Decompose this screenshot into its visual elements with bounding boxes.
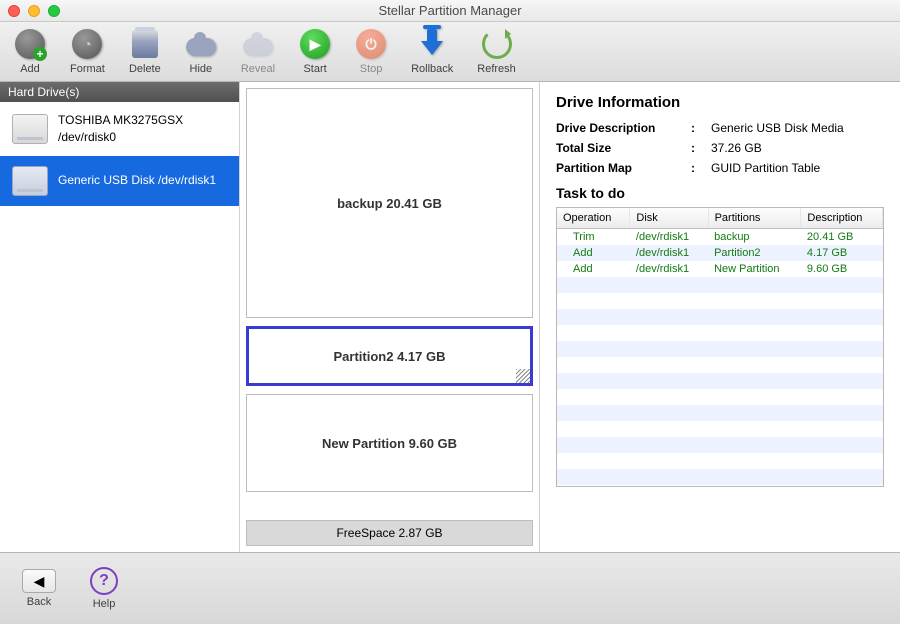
plus-icon: +: [33, 47, 47, 61]
col-partitions[interactable]: Partitions: [708, 208, 801, 229]
table-row-empty: [557, 485, 883, 487]
drive-label: Generic USB Disk /dev/rdisk1: [58, 172, 216, 189]
col-disk[interactable]: Disk: [630, 208, 708, 229]
drive-icon: [12, 114, 48, 144]
info-label: Partition Map: [556, 161, 691, 175]
table-row[interactable]: Add/dev/rdisk1Partition24.17 GB: [557, 245, 883, 261]
table-row-empty: [557, 357, 883, 373]
partition-view: backup 20.41 GB Partition2 4.17 GB New Par…: [240, 82, 540, 552]
partition-block-1[interactable]: Partition2 4.17 GB: [246, 326, 533, 386]
rollback-button[interactable]: Rollback: [411, 28, 453, 75]
info-row: Total Size:37.26 GB: [556, 141, 884, 155]
drive-label: TOSHIBA MK3275GSX/dev/rdisk0: [58, 112, 183, 146]
play-icon: ▶: [310, 36, 321, 53]
table-row-empty: [557, 277, 883, 293]
resize-handle[interactable]: [516, 369, 530, 383]
table-row-empty: [557, 325, 883, 341]
help-button[interactable]: ? Help: [90, 567, 118, 610]
table-row-empty: [557, 293, 883, 309]
cloud-reveal-icon: [243, 38, 273, 56]
table-row-empty: [557, 341, 883, 357]
start-button[interactable]: ▶ Start: [299, 28, 331, 75]
table-row-empty: [557, 453, 883, 469]
table-row-empty: [557, 309, 883, 325]
info-value: 37.26 GB: [711, 141, 884, 155]
table-row[interactable]: Add/dev/rdisk1New Partition9.60 GB: [557, 261, 883, 277]
back-button[interactable]: ◀ Back: [22, 569, 56, 608]
sidebar: Hard Drive(s) TOSHIBA MK3275GSX/dev/rdis…: [0, 82, 240, 552]
rollback-icon: [421, 41, 443, 55]
table-row-empty: [557, 437, 883, 453]
cloud-icon: [186, 38, 216, 56]
refresh-icon: [482, 29, 512, 59]
table-row-empty: [557, 405, 883, 421]
bottombar: ◀ Back ? Help: [0, 552, 900, 624]
info-value: GUID Partition Table: [711, 161, 884, 175]
info-row: Partition Map:GUID Partition Table: [556, 161, 884, 175]
sidebar-item-drive-1[interactable]: Generic USB Disk /dev/rdisk1: [0, 156, 239, 206]
info-panel: Drive Information Drive Description:Gene…: [540, 82, 900, 552]
task-title: Task to do: [556, 185, 884, 201]
arrow-left-icon: ◀: [22, 569, 56, 593]
partition-block-0[interactable]: backup 20.41 GB: [246, 88, 533, 318]
table-row-empty: [557, 469, 883, 485]
drive-icon: [12, 166, 48, 196]
info-row: Drive Description:Generic USB Disk Media: [556, 121, 884, 135]
delete-button[interactable]: Delete: [129, 28, 161, 75]
add-button[interactable]: + Add: [14, 28, 46, 75]
info-label: Total Size: [556, 141, 691, 155]
titlebar: Stellar Partition Manager: [0, 0, 900, 22]
table-row-empty: [557, 389, 883, 405]
format-button[interactable]: ◔ Format: [70, 28, 105, 75]
reveal-button: Reveal: [241, 28, 275, 75]
format-icon: ◔: [83, 36, 91, 52]
sidebar-header: Hard Drive(s): [0, 82, 239, 102]
drive-info-title: Drive Information: [556, 94, 884, 111]
partition-block-2[interactable]: New Partition 9.60 GB: [246, 394, 533, 492]
trash-icon: [132, 30, 158, 58]
window-title: Stellar Partition Manager: [0, 3, 900, 18]
power-icon: ⏻: [366, 36, 377, 53]
sidebar-item-drive-0[interactable]: TOSHIBA MK3275GSX/dev/rdisk0: [0, 102, 239, 156]
table-row[interactable]: Trim/dev/rdisk1backup20.41 GB: [557, 229, 883, 246]
hide-button[interactable]: Hide: [185, 28, 217, 75]
col-description[interactable]: Description: [801, 208, 883, 229]
question-icon: ?: [90, 567, 118, 595]
table-row-empty: [557, 421, 883, 437]
col-operation[interactable]: Operation: [557, 208, 630, 229]
refresh-button[interactable]: Refresh: [477, 28, 516, 75]
stop-button: ⏻ Stop: [355, 28, 387, 75]
info-label: Drive Description: [556, 121, 691, 135]
task-table[interactable]: Operation Disk Partitions Description Tr…: [556, 207, 884, 487]
toolbar: + Add ◔ Format Delete Hide Reveal ▶ Star…: [0, 22, 900, 82]
table-row-empty: [557, 373, 883, 389]
freespace-block: FreeSpace 2.87 GB: [246, 520, 533, 546]
info-value: Generic USB Disk Media: [711, 121, 884, 135]
main-content: Hard Drive(s) TOSHIBA MK3275GSX/dev/rdis…: [0, 82, 900, 552]
